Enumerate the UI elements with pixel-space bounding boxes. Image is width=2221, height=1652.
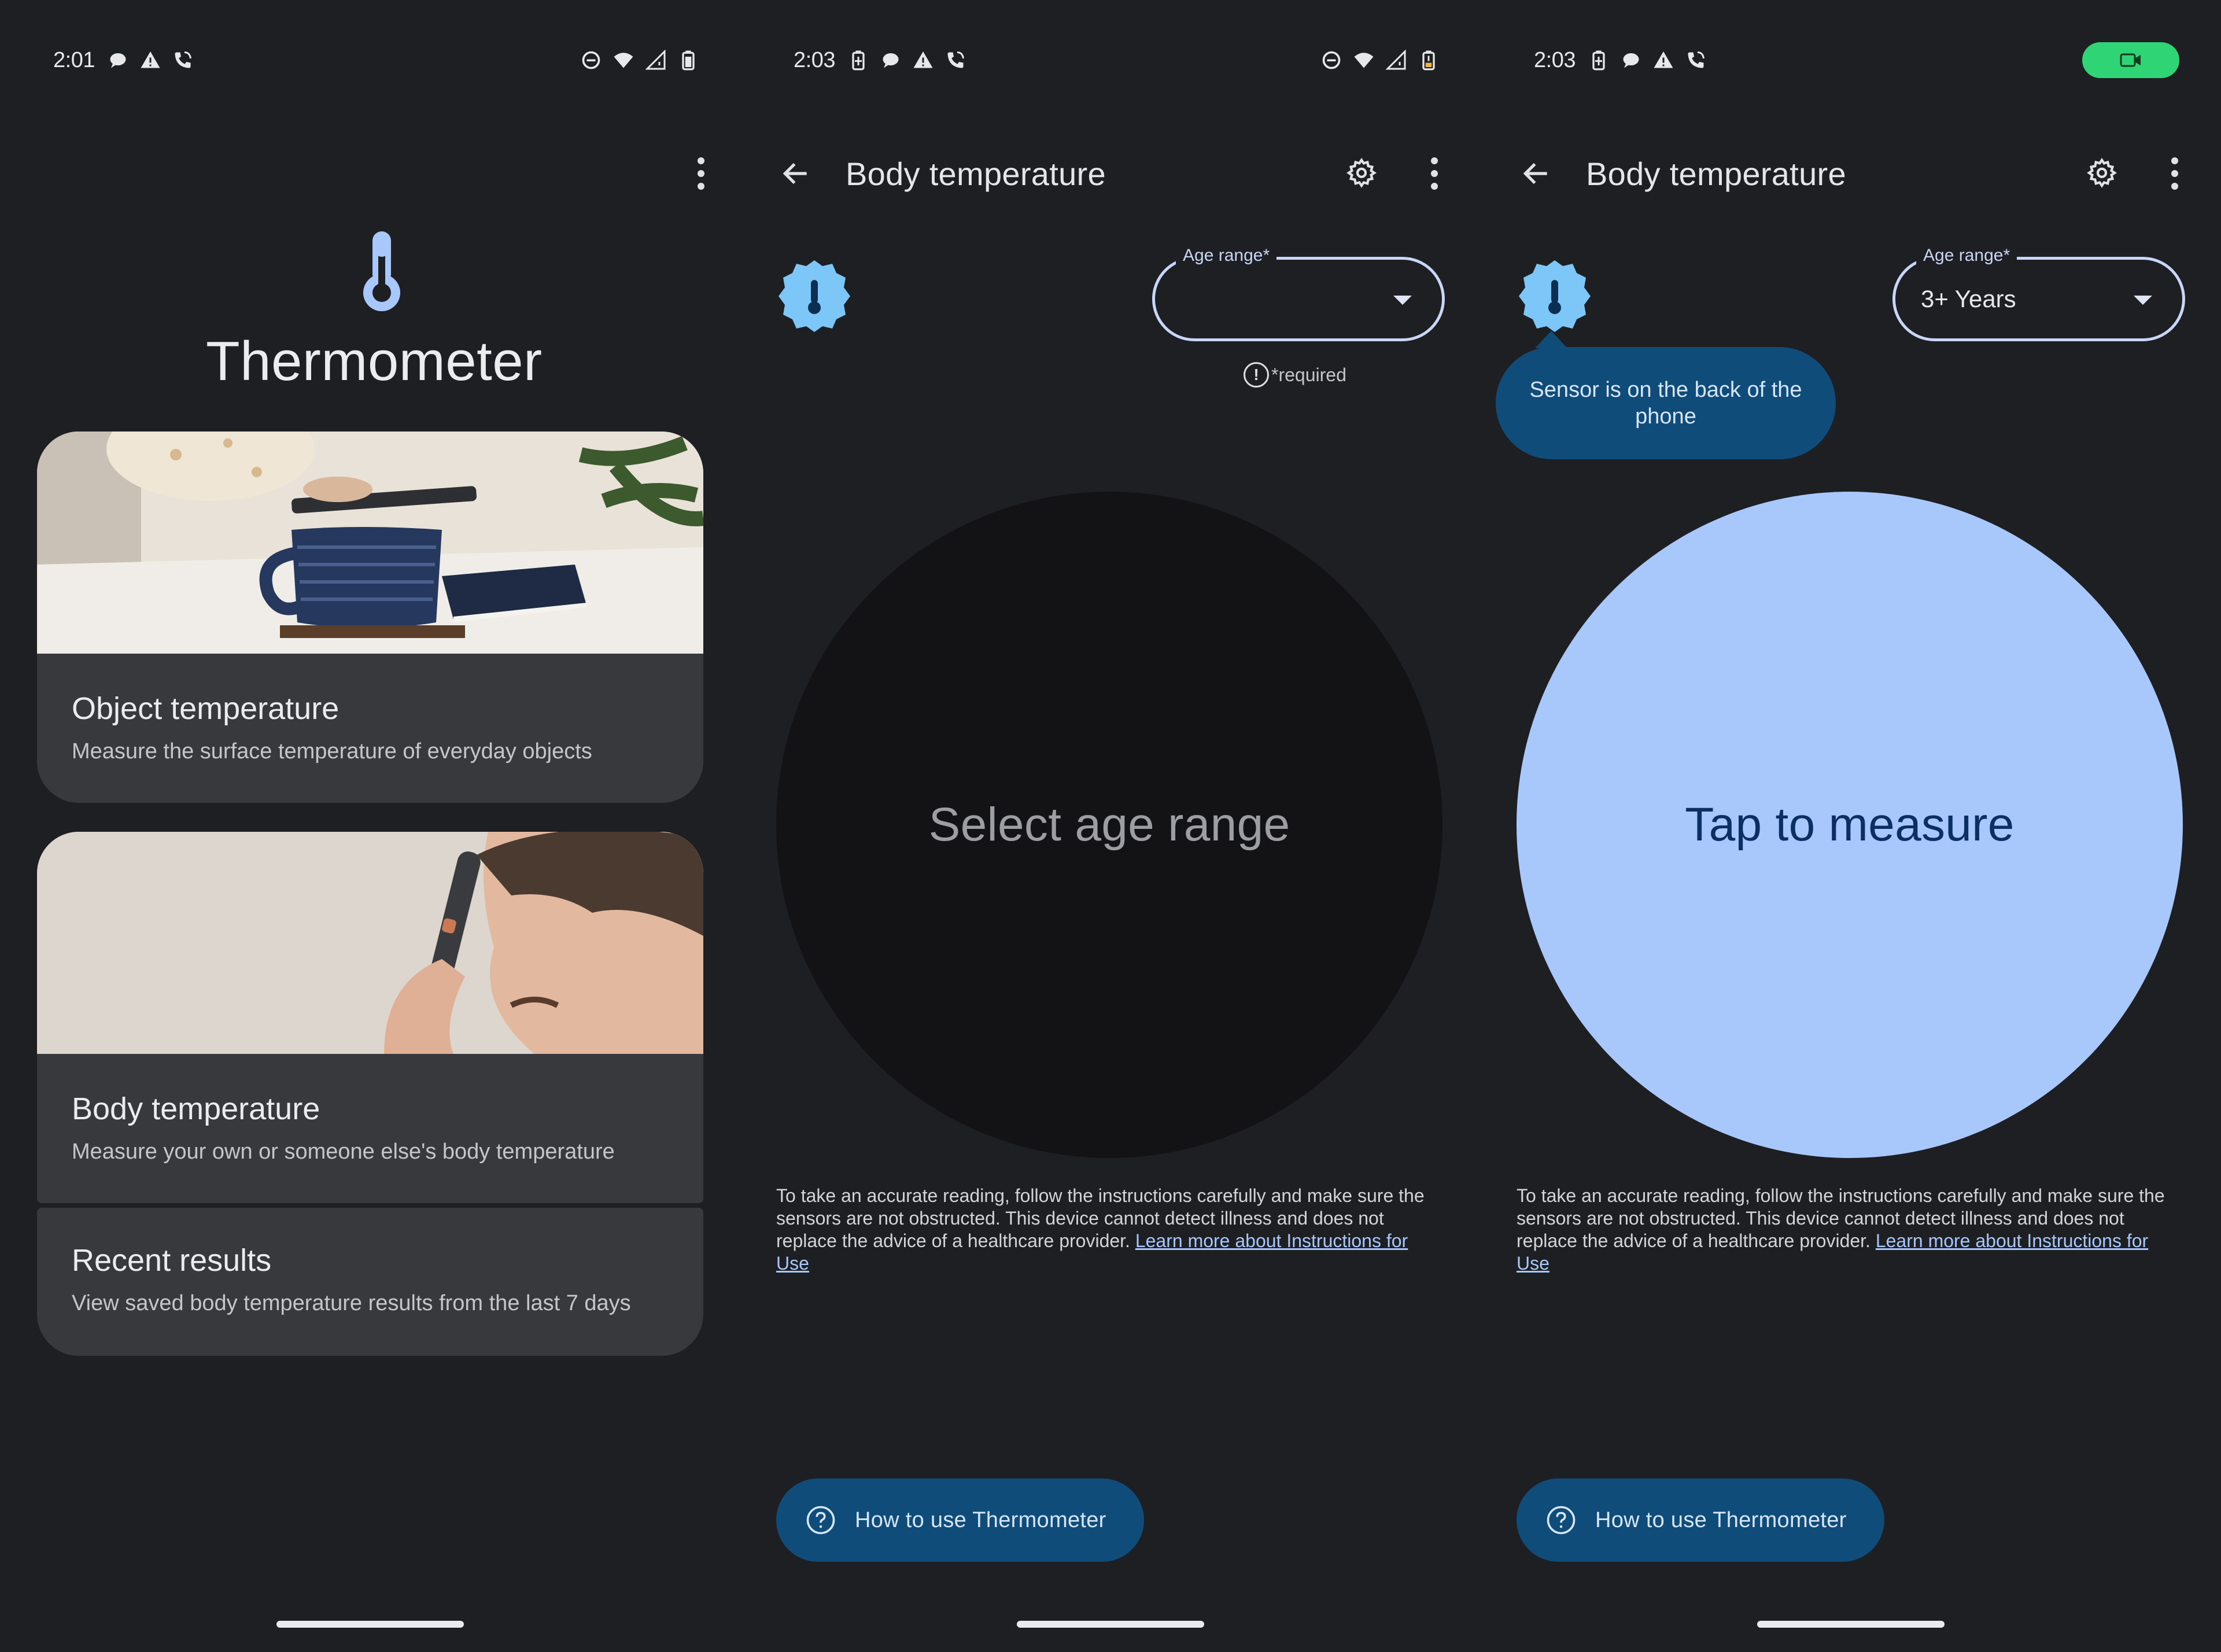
dropdown-value: 3+ Years xyxy=(1921,285,2016,312)
card-title: Recent results xyxy=(72,1243,272,1278)
more-options-button[interactable] xyxy=(1411,150,1458,197)
screen-title: Body temperature xyxy=(846,155,1106,192)
mug-photo-illustration xyxy=(37,432,703,654)
more-options-button[interactable] xyxy=(2152,150,2198,197)
battery-saver-icon xyxy=(852,50,865,71)
status-time: 2:03 xyxy=(1534,47,1576,72)
body-temperature-card[interactable]: Body temperature Measure your own or som… xyxy=(37,832,703,1203)
status-time: 2:03 xyxy=(794,47,835,72)
dropdown-label: Age range* xyxy=(1916,246,2017,266)
age-range-dropdown[interactable]: Age range* xyxy=(1152,246,1445,341)
screen-title: Body temperature xyxy=(1586,155,1846,192)
more-vert-icon xyxy=(2171,157,2178,190)
tooltip-pointer xyxy=(1535,331,1567,348)
settings-button[interactable] xyxy=(2079,150,2125,197)
home-gesture-bar[interactable] xyxy=(1017,1621,1204,1628)
how-to-use-button[interactable]: How to use Thermometer xyxy=(1517,1478,1884,1562)
recent-results-card[interactable]: Recent results View saved body temperatu… xyxy=(37,1208,703,1356)
required-text: *required xyxy=(1271,364,1346,385)
disclaimer-text: To take an accurate reading, follow the … xyxy=(1517,1185,2170,1275)
camera-in-use-indicator[interactable] xyxy=(2082,42,2179,78)
status-bar: 2:01 xyxy=(53,42,699,79)
chat-bubble-icon xyxy=(1623,53,1639,68)
back-button[interactable] xyxy=(775,153,817,194)
screenshot-stage: 2:01 Thermometer Object temperature Meas… xyxy=(0,0,2221,1652)
thermometer-badge-icon xyxy=(779,260,850,332)
home-gesture-bar[interactable] xyxy=(1757,1621,1945,1628)
circle-label: Select age range xyxy=(928,798,1290,851)
alert-icon xyxy=(1654,51,1673,68)
thermometer-badge-icon xyxy=(1519,260,1591,332)
card-subtitle: Measure your own or someone else's body … xyxy=(72,1140,615,1164)
chat-bubble-icon xyxy=(110,53,126,68)
alert-icon xyxy=(141,51,160,68)
thermometer-icon xyxy=(363,231,400,311)
app-title: Thermometer xyxy=(206,330,543,392)
phone-call-icon xyxy=(947,51,964,68)
age-range-dropdown[interactable]: Age range* 3+ Years xyxy=(1892,246,2185,341)
required-helper: ! *required xyxy=(1244,362,1346,388)
signal-icon xyxy=(645,50,666,70)
phone-call-icon xyxy=(1688,51,1705,68)
more-vert-icon xyxy=(698,157,704,190)
more-options-button[interactable] xyxy=(678,150,724,197)
disclaimer-text: To take an accurate reading, follow the … xyxy=(776,1185,1430,1275)
chevron-down-icon xyxy=(2134,296,2152,305)
wifi-icon xyxy=(1354,53,1374,68)
card-title: Object temperature xyxy=(72,691,340,726)
status-time: 2:01 xyxy=(53,47,95,72)
phone-call-icon xyxy=(175,51,191,68)
card-subtitle: View saved body temperature results from… xyxy=(72,1291,631,1315)
dnd-icon xyxy=(582,51,600,69)
home-gesture-bar[interactable] xyxy=(276,1621,464,1628)
battery-icon xyxy=(682,50,695,71)
tooltip-text: Sensor is on the back of the phone xyxy=(1529,378,1802,429)
forehead-photo-illustration xyxy=(37,832,703,1054)
body-temperature-photo xyxy=(37,832,703,1054)
back-arrow-icon xyxy=(1523,163,1547,185)
how-to-use-button[interactable]: How to use Thermometer xyxy=(776,1478,1144,1562)
wifi-icon xyxy=(614,53,633,68)
back-arrow-icon xyxy=(783,163,807,185)
dropdown-label: Age range* xyxy=(1176,246,1277,266)
status-bar: 2:03 xyxy=(794,42,1439,79)
battery-saver-icon xyxy=(1592,50,1605,71)
back-button[interactable] xyxy=(1515,153,1557,194)
video-camera-icon xyxy=(2120,53,2141,67)
dnd-icon xyxy=(1322,51,1341,69)
alert-icon xyxy=(913,51,933,68)
battery-low-icon xyxy=(1422,50,1435,71)
panel-body-temperature-empty: 2:03 Body temperature Age range* ! *requ… xyxy=(740,0,1481,1652)
how-to-use-label: How to use Thermometer xyxy=(855,1507,1106,1532)
sensor-tooltip[interactable]: Sensor is on the back of the phone xyxy=(1496,347,1836,459)
more-options-button[interactable] xyxy=(0,150,36,197)
circle-label: Tap to measure xyxy=(1685,798,2015,851)
help-circle-icon xyxy=(806,1506,835,1535)
gear-icon xyxy=(2087,157,2117,188)
gear-icon xyxy=(1346,157,1377,188)
app-bar: Body temperature xyxy=(1515,145,2198,202)
chevron-down-icon xyxy=(1393,296,1412,305)
chat-bubble-icon xyxy=(883,53,899,68)
more-vert-icon xyxy=(1431,157,1438,190)
error-icon: ! xyxy=(1244,362,1269,388)
signal-icon xyxy=(1386,50,1406,70)
panel-home: 2:01 Thermometer Object temperature Meas… xyxy=(0,0,740,1652)
card-title: Body temperature xyxy=(72,1092,320,1126)
settings-button[interactable] xyxy=(1338,150,1385,197)
help-circle-icon xyxy=(1547,1506,1576,1535)
how-to-use-label: How to use Thermometer xyxy=(1595,1507,1847,1532)
card-subtitle: Measure the surface temperature of every… xyxy=(72,739,592,764)
measure-circle-disabled: Select age range xyxy=(776,492,1442,1158)
app-bar: Body temperature xyxy=(775,145,1458,202)
panel-body-temperature-ready: 2:03 Body temperature Age range* 3+ Year… xyxy=(1481,0,2221,1652)
tap-to-measure-button[interactable]: Tap to measure xyxy=(1517,492,2183,1158)
status-bar: 2:03 xyxy=(1534,42,2179,79)
object-temperature-photo xyxy=(37,432,703,654)
object-temperature-card[interactable]: Object temperature Measure the surface t… xyxy=(37,432,703,803)
